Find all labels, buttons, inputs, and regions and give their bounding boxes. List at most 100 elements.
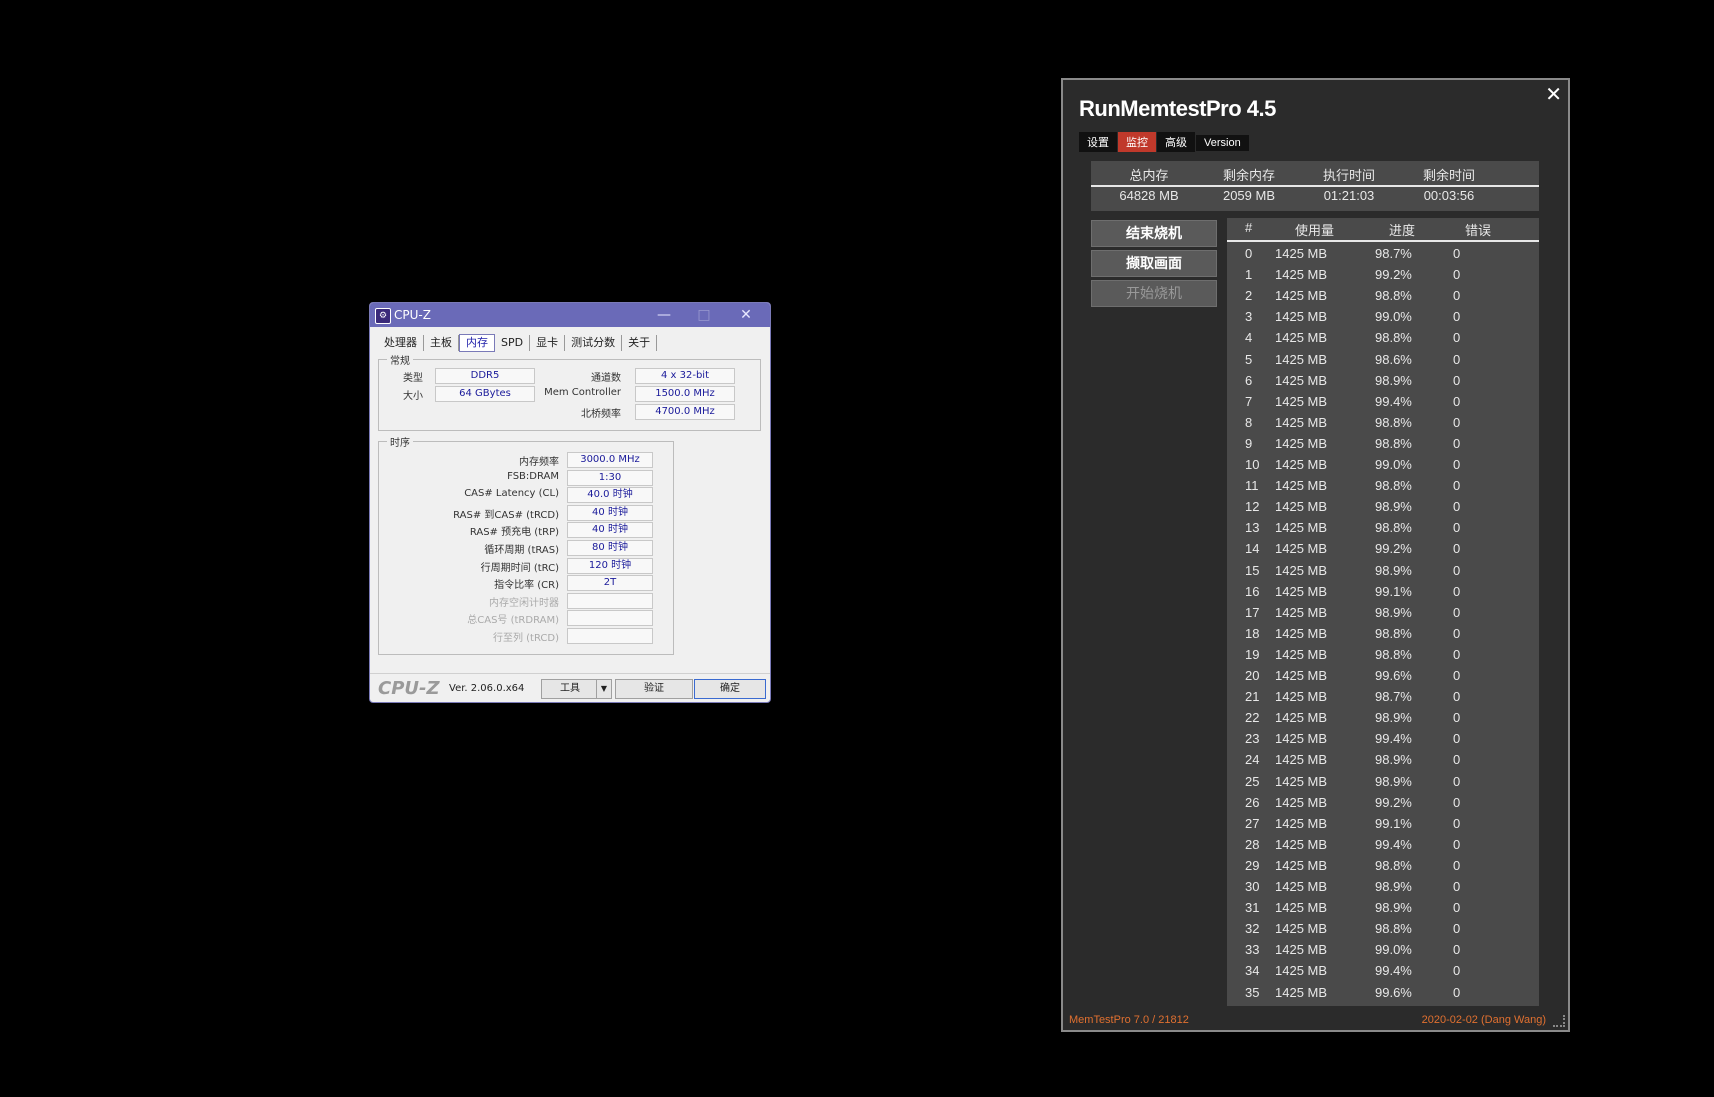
row-usage: 1425 MB: [1275, 414, 1328, 430]
row-errors: 0: [1453, 414, 1461, 430]
row-progress: 98.8%: [1375, 435, 1412, 451]
col-index-header: #: [1245, 220, 1253, 235]
row-usage: 1425 MB: [1275, 351, 1328, 367]
row-index: 17: [1245, 604, 1260, 620]
minimize-button[interactable]: —: [644, 303, 684, 327]
stop-burnin-button[interactable]: 结束烧机: [1091, 220, 1217, 247]
row-errors: 0: [1453, 435, 1461, 451]
row-errors: 0: [1453, 309, 1461, 325]
timing-label: 内存频率: [519, 457, 559, 468]
timing-label: 内存空闲计时器: [489, 597, 559, 609]
nb-freq-value: 4700.0 MHz: [635, 404, 735, 420]
row-errors: 0: [1453, 541, 1461, 557]
row-usage: 1425 MB: [1275, 330, 1328, 346]
row-progress: 98.9%: [1375, 499, 1412, 515]
row-usage: 1425 MB: [1275, 288, 1328, 304]
table-row: 22 1425 MB 98.9% 0: [1227, 710, 1539, 731]
row-progress: 98.7%: [1375, 246, 1412, 261]
row-index: 28: [1245, 836, 1260, 852]
capture-screen-button[interactable]: 撷取画面: [1091, 250, 1217, 277]
tools-dropdown-arrow-icon[interactable]: ▼: [596, 679, 612, 699]
tab-version[interactable]: Version: [1196, 135, 1249, 151]
tab-graphics[interactable]: 显卡: [530, 335, 566, 351]
timings-legend: 时序: [387, 434, 413, 449]
close-button[interactable]: ✕: [726, 303, 766, 327]
timing-value: 2T: [567, 575, 653, 592]
table-row: 28 1425 MB 99.4% 0: [1227, 837, 1539, 858]
tab-advanced[interactable]: 高级: [1157, 132, 1195, 152]
timing-label: RAS# 预充电 (tRP): [469, 527, 559, 539]
table-row: 6 1425 MB 98.9% 0: [1227, 373, 1539, 394]
row-progress: 99.2%: [1375, 267, 1412, 283]
table-row: 9 1425 MB 98.8% 0: [1227, 436, 1539, 457]
row-progress: 99.4%: [1375, 963, 1412, 979]
tools-button[interactable]: 工具: [541, 679, 599, 699]
cpuz-titlebar[interactable]: ⚙ CPU-Z — □ ✕: [370, 303, 770, 327]
cpuz-tabbar: 处理器 主板 内存 SPD 显卡 测试分数 关于: [378, 334, 658, 352]
row-usage: 1425 MB: [1275, 794, 1328, 810]
row-usage: 1425 MB: [1275, 393, 1328, 409]
row-errors: 0: [1453, 731, 1461, 747]
row-errors: 0: [1453, 857, 1461, 873]
row-progress: 98.9%: [1375, 752, 1412, 768]
row-progress: 99.2%: [1375, 541, 1412, 557]
row-index: 25: [1245, 773, 1260, 789]
runmemtest-window: ✕ RunMemtestPro 4.5 设置 监控 高级 Version 总内存 剩余…: [1061, 78, 1570, 1032]
row-index: 24: [1245, 752, 1260, 768]
row-progress: 99.0%: [1375, 309, 1412, 325]
tab-processor[interactable]: 处理器: [378, 335, 424, 351]
row-errors: 0: [1453, 625, 1461, 641]
row-usage: 1425 MB: [1275, 625, 1328, 641]
row-usage: 1425 MB: [1275, 478, 1328, 494]
start-burnin-button[interactable]: 开始烧机: [1091, 280, 1217, 307]
row-errors: 0: [1453, 393, 1461, 409]
tab-mainboard[interactable]: 主板: [424, 335, 459, 351]
tab-about[interactable]: 关于: [622, 335, 658, 351]
tab-spd[interactable]: SPD: [495, 335, 531, 351]
ok-button[interactable]: 确定: [694, 679, 766, 699]
row-progress: 98.9%: [1375, 900, 1412, 916]
row-progress: 99.2%: [1375, 794, 1412, 810]
free-memory-value: 2059 MB: [1222, 188, 1276, 203]
row-progress: 98.8%: [1375, 288, 1412, 304]
row-usage: 1425 MB: [1275, 604, 1328, 620]
row-index: 4: [1245, 330, 1253, 346]
tab-bench[interactable]: 测试分数: [565, 335, 623, 351]
row-index: 21: [1245, 689, 1260, 705]
col-progress-header: 进度: [1389, 223, 1416, 238]
table-row: 16 1425 MB 99.1% 0: [1227, 584, 1539, 605]
row-usage: 1425 MB: [1275, 562, 1328, 578]
table-row: 0 1425 MB 98.7% 0: [1227, 246, 1539, 267]
row-usage: 1425 MB: [1275, 541, 1328, 557]
table-row: 21 1425 MB 98.7% 0: [1227, 689, 1539, 710]
maximize-button[interactable]: □: [684, 303, 724, 327]
row-index: 19: [1245, 646, 1260, 662]
timing-value: 120 时钟: [567, 557, 653, 574]
timings-group: 时序 内存频率 3000.0 MHz FSB:DRAM 1:30 CAS# Latenc…: [378, 434, 674, 655]
tab-memory[interactable]: 内存: [459, 334, 495, 352]
row-progress: 98.6%: [1375, 351, 1412, 367]
row-errors: 0: [1453, 351, 1461, 367]
remaining-time-header: 剩余时间: [1422, 168, 1475, 183]
row-usage: 1425 MB: [1275, 309, 1328, 325]
tab-settings[interactable]: 设置: [1079, 132, 1117, 152]
timing-label: 循环周期 (tRAS): [484, 545, 559, 556]
tab-monitor[interactable]: 监控: [1118, 132, 1156, 152]
row-index: 11: [1245, 478, 1259, 494]
row-errors: 0: [1453, 499, 1461, 515]
row-progress: 99.0%: [1375, 457, 1412, 472]
close-icon[interactable]: ✕: [1545, 82, 1562, 107]
row-usage: 1425 MB: [1275, 836, 1328, 852]
row-index: 7: [1245, 393, 1253, 409]
total-memory-value: 64828 MB: [1119, 188, 1179, 203]
row-progress: 98.8%: [1375, 414, 1412, 430]
row-index: 30: [1245, 879, 1260, 894]
timing-label: RAS# 到CAS# (tRCD): [453, 509, 559, 521]
row-usage: 1425 MB: [1275, 520, 1328, 536]
resize-grip-icon[interactable]: [1553, 1015, 1565, 1027]
memory-summary: 总内存 剩余内存 执行时间 剩余时间 64828 MB 2059 MB 01:2…: [1091, 161, 1539, 211]
validate-button[interactable]: 验证: [615, 679, 693, 699]
row-usage: 1425 MB: [1275, 900, 1328, 916]
row-usage: 1425 MB: [1275, 646, 1328, 662]
row-index: 31: [1245, 900, 1260, 916]
